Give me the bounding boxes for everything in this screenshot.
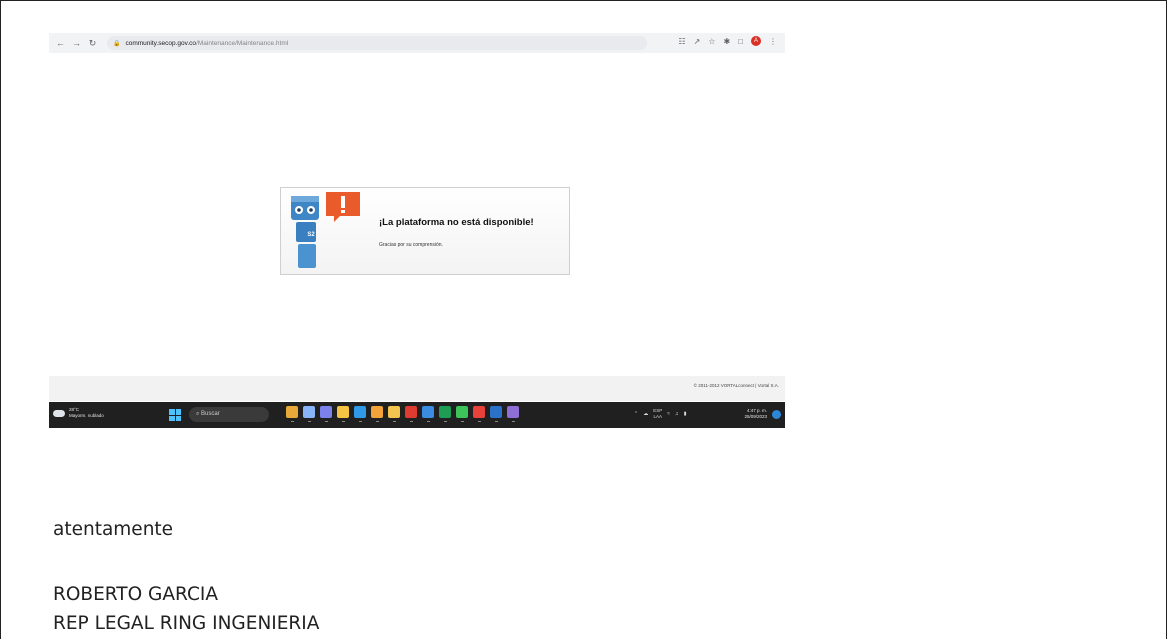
weather-desc: Mayorm. nublado (69, 413, 104, 418)
notification-icon[interactable] (772, 410, 781, 419)
folder-icon[interactable] (388, 406, 400, 422)
url-path: /Maintenance/Maintenance.html (196, 39, 289, 47)
task-view-icon[interactable] (303, 406, 315, 422)
running-indicator (291, 421, 294, 422)
whatsapp-icon[interactable] (456, 406, 468, 422)
page-footer: © 2011-2012 VORTALconnect | Vortal S.A. (49, 376, 785, 401)
clock-date: 25/09/2023 (744, 414, 767, 419)
store-icon[interactable] (422, 406, 434, 422)
running-indicator (478, 421, 481, 422)
chevron-up-icon[interactable]: ⌃ (634, 411, 638, 417)
footer-copyright: © 2011-2012 VORTALconnect | Vortal S.A. (693, 383, 779, 388)
running-indicator (393, 421, 396, 422)
bookmark-star-icon[interactable]: ☆ (708, 37, 715, 46)
edge-icon[interactable] (354, 406, 366, 422)
signer-title: REP LEGAL RING INGENIERIA (53, 613, 320, 634)
search-placeholder: Buscar (201, 411, 220, 417)
running-indicator (461, 421, 464, 422)
notice-title: ¡La plataforma no está disponible! (379, 217, 534, 228)
running-indicator (325, 421, 328, 422)
windows-taskbar: 28°C Mayorm. nublado ⌕ Buscar ⌃ ☁ ESP LA… (49, 402, 785, 428)
lock-icon: 🔒 (113, 40, 121, 47)
forward-arrow-icon[interactable]: → (72, 38, 81, 48)
cloud-icon (53, 409, 65, 417)
browser-toolbar: ← → ↻ 🔒 community.secop.gov.co/Maintenan… (49, 33, 785, 53)
signer-name: ROBERTO GARCIA (53, 584, 219, 605)
running-indicator (410, 421, 413, 422)
cloud-sync-icon[interactable]: ☁ (643, 411, 648, 417)
running-indicator (427, 421, 430, 422)
running-indicator (376, 421, 379, 422)
taskbar-clock[interactable]: 4:47 p. m. 25/09/2023 (744, 408, 767, 420)
robot-mascot-icon (291, 192, 360, 268)
embedded-screenshot: ← → ↻ 🔒 community.secop.gov.co/Maintenan… (49, 33, 785, 428)
start-windows-icon[interactable] (169, 409, 181, 421)
lang-bottom: LAA (653, 414, 662, 419)
battery-icon[interactable]: ▮ (684, 411, 687, 417)
maintenance-notice: S2 ¡La plataforma no está disponible! Gr… (280, 187, 570, 275)
snip-icon[interactable] (507, 406, 519, 422)
file-explorer-icon[interactable] (337, 406, 349, 422)
excel-icon[interactable] (439, 406, 451, 422)
closing-text: atentamente (53, 519, 174, 540)
notice-subtitle: Gracias por su comprensión. (379, 242, 443, 248)
share-icon[interactable]: ↗ (694, 37, 701, 46)
chat-icon[interactable] (320, 406, 332, 422)
address-bar[interactable]: 🔒 community.secop.gov.co/Maintenance/Mai… (107, 36, 647, 50)
running-indicator (342, 421, 345, 422)
weather-widget[interactable]: 28°C Mayorm. nublado (53, 407, 104, 419)
reload-icon[interactable]: ↻ (88, 38, 97, 49)
url-host: community.secop.gov.co (125, 39, 197, 47)
running-indicator (359, 421, 362, 422)
browser-actions: ☷ ↗ ☆ ✱ □ A ⋮ (678, 36, 777, 46)
back-arrow-icon[interactable]: ← (56, 38, 65, 48)
taskbar-search[interactable]: ⌕ Buscar (189, 407, 269, 422)
sidepanel-icon[interactable]: □ (738, 37, 743, 46)
volume-icon[interactable]: ♫ (675, 411, 679, 417)
running-indicator (512, 421, 515, 422)
running-indicator (444, 421, 447, 422)
translate-icon[interactable]: ☷ (678, 37, 685, 46)
widgets-icon[interactable] (286, 406, 298, 422)
running-indicator (495, 421, 498, 422)
outlook-icon[interactable] (490, 406, 502, 422)
system-tray: ⌃ ☁ ESP LAA ≈ ♫ ▮ (634, 408, 686, 420)
running-indicator (308, 421, 311, 422)
acrobat-reader-icon[interactable] (473, 406, 485, 422)
pinned-apps (286, 406, 519, 422)
profile-avatar[interactable]: A (751, 36, 761, 46)
robot-badge: S2 (307, 232, 315, 238)
extensions-icon[interactable]: ✱ (723, 37, 730, 46)
wifi-icon[interactable]: ≈ (667, 411, 670, 417)
menu-kebab-icon[interactable]: ⋮ (769, 37, 777, 46)
language-indicator[interactable]: ESP LAA (653, 408, 662, 420)
chrome-icon[interactable] (371, 406, 383, 422)
acrobat-icon[interactable] (405, 406, 417, 422)
